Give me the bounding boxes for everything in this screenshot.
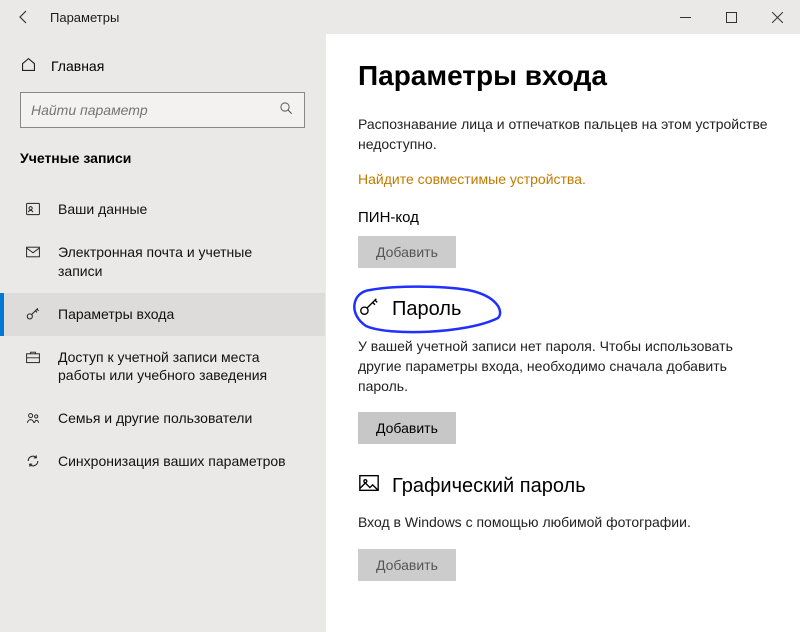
pin-add-button[interactable]: Добавить [358,236,456,268]
person-badge-icon [24,200,42,217]
compatible-devices-link[interactable]: Найдите совместимые устройства. [358,171,768,187]
titlebar: Параметры [0,0,800,34]
search-box[interactable] [20,92,305,128]
mail-icon [24,243,42,260]
password-desc: У вашей учетной записи нет пароля. Чтобы… [358,336,768,397]
picture-password-title: Графический пароль [392,475,586,498]
sidebar: Главная Учетные записи Ваши данные [0,34,326,632]
window-controls [662,0,800,34]
password-title: Пароль [392,298,461,321]
people-icon [24,409,42,426]
window-title: Параметры [50,10,119,25]
intro-text: Распознавание лица и отпечатков пальцев … [358,114,768,155]
sidebar-item-sign-in-options[interactable]: Параметры входа [0,293,325,336]
sidebar-item-family-users[interactable]: Семья и другие пользователи [0,397,325,440]
content-pane: Параметры входа Распознавание лица и отп… [326,34,800,632]
home-label: Главная [51,58,104,74]
back-button[interactable] [10,3,38,31]
close-button[interactable] [754,0,800,34]
picture-password-add-button[interactable]: Добавить [358,549,456,581]
sidebar-item-label: Параметры входа [58,305,305,324]
home-icon [20,56,37,76]
key-icon [358,296,380,324]
nav-list: Ваши данные Электронная почта и учетные … [0,182,325,483]
sidebar-item-sync[interactable]: Синхронизация ваших параметров [0,440,325,483]
password-section-head: Пароль [358,296,768,324]
sidebar-item-label: Электронная почта и учетные записи [58,243,305,281]
sidebar-item-email-accounts[interactable]: Электронная почта и учетные записи [0,231,325,293]
sidebar-item-label: Доступ к учетной записи места работы или… [58,348,305,386]
minimize-button[interactable] [662,0,708,34]
sidebar-section-title: Учетные записи [0,150,325,182]
sidebar-item-label: Ваши данные [58,200,305,219]
search-input[interactable] [31,102,279,118]
home-link[interactable]: Главная [0,52,325,92]
sidebar-item-work-access[interactable]: Доступ к учетной записи места работы или… [0,336,325,398]
sidebar-item-label: Синхронизация ваших параметров [58,452,305,471]
page-title: Параметры входа [358,60,768,92]
maximize-button[interactable] [708,0,754,34]
sync-icon [24,452,42,469]
search-icon [279,101,294,119]
key-icon [24,305,42,322]
pin-heading: ПИН-код [358,209,768,226]
picture-password-section-head: Графический пароль [358,472,768,500]
briefcase-icon [24,348,42,365]
sidebar-item-label: Семья и другие пользователи [58,409,305,428]
picture-icon [358,472,380,500]
password-add-button[interactable]: Добавить [358,412,456,444]
picture-password-desc: Вход в Windows с помощью любимой фотогра… [358,512,768,532]
sidebar-item-your-info[interactable]: Ваши данные [0,188,325,231]
